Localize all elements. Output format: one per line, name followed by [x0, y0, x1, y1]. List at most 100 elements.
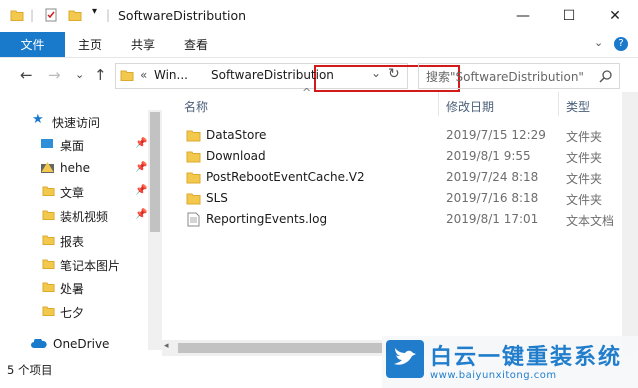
item-count: 5 个项目: [7, 363, 53, 377]
back-button[interactable]: ←: [20, 66, 33, 84]
breadcrumb-current[interactable]: SoftwareDistribution: [211, 68, 334, 82]
file-date: 2019/8/1 9:55: [446, 149, 531, 163]
folder-icon: [186, 193, 201, 205]
nav-qixi[interactable]: 七夕: [0, 300, 160, 322]
file-date: 2019/7/16 8:18: [446, 191, 539, 205]
separator: |: [30, 8, 35, 22]
folder-icon: [186, 151, 201, 163]
help-icon[interactable]: ?: [614, 37, 628, 51]
folder-icon: [42, 259, 55, 269]
forward-button[interactable]: →: [48, 66, 61, 84]
nav-onedrive[interactable]: OneDrive: [0, 333, 160, 355]
file-name: ReportingEvents.log: [206, 212, 328, 226]
nav-desktop[interactable]: 桌面 📌: [0, 133, 160, 155]
address-row: ← → ⌄ ↑ « Win... SoftwareDistribution ⌄ …: [0, 58, 638, 92]
refresh-icon[interactable]: ↻: [388, 66, 400, 82]
watermark-url: www.baiyunxitong.com: [430, 370, 557, 381]
breadcrumb-parent[interactable]: Win...: [154, 68, 188, 82]
nav-label: 桌面: [60, 139, 85, 153]
pin-icon[interactable]: 📌: [135, 138, 147, 149]
column-header-type[interactable]: 类型: [566, 98, 590, 115]
close-icon: ✕: [609, 8, 621, 24]
tab-file[interactable]: 文件: [0, 32, 65, 57]
file-row[interactable]: SLS 2019/7/16 8:18 文件夹: [178, 188, 638, 209]
window-title: SoftwareDistribution: [118, 8, 247, 23]
file-list: ^ 名称 修改日期 类型 DataStore 2019/7/15 12:29 文…: [162, 86, 638, 358]
nav-chushu[interactable]: 处暑: [0, 276, 160, 298]
breadcrumb-overflow[interactable]: «: [140, 68, 147, 82]
nav-label: OneDrive: [53, 337, 110, 351]
pin-icon[interactable]: 📌: [135, 185, 147, 196]
nav-scrollbar-thumb[interactable]: [150, 112, 160, 232]
customize-toolbar-icon[interactable]: ▾: [92, 6, 97, 17]
folder-icon: [42, 235, 55, 245]
expand-ribbon-icon[interactable]: ⌄: [594, 36, 603, 49]
column-header-date[interactable]: 修改日期: [446, 98, 494, 115]
folder-icon: [10, 10, 24, 21]
nav-label: 快速访问: [52, 116, 101, 130]
address-bar[interactable]: « Win... SoftwareDistribution ⌄ ↻: [115, 63, 460, 92]
file-name: DataStore: [206, 128, 267, 142]
nav-label: 处暑: [60, 282, 85, 296]
nav-reports[interactable]: 报表: [0, 229, 160, 251]
new-folder-icon[interactable]: [68, 8, 82, 22]
nav-label: 笔记本图片: [60, 259, 121, 273]
folder-icon: [42, 186, 55, 196]
file-type: 文件夹: [566, 151, 603, 165]
close-button[interactable]: ✕: [592, 0, 638, 32]
search-placeholder: 搜索"SoftwareDistribution": [426, 70, 584, 84]
file-row[interactable]: DataStore 2019/7/15 12:29 文件夹: [178, 125, 638, 146]
recent-locations-button[interactable]: ⌄: [75, 68, 84, 81]
file-type: 文件夹: [566, 193, 603, 207]
properties-icon[interactable]: [44, 8, 58, 22]
nav-label: 装机视频: [60, 210, 109, 224]
up-button[interactable]: ↑: [94, 66, 107, 84]
pin-icon[interactable]: 📌: [135, 162, 147, 173]
nav-install-videos[interactable]: 装机视频 📌: [0, 204, 160, 226]
file-row[interactable]: Download 2019/8/1 9:55 文件夹: [178, 146, 638, 167]
file-type: 文本文档: [566, 214, 615, 228]
bird-logo-icon: [386, 340, 424, 378]
nav-label: hehe: [60, 161, 90, 175]
separator: |: [106, 8, 111, 22]
maximize-button[interactable]: ☐: [546, 0, 592, 32]
file-name: Download: [206, 149, 266, 163]
watermark-brand: 白云一键重装系统: [430, 345, 623, 370]
nav-label: 报表: [60, 235, 85, 249]
folder-icon: [186, 130, 201, 142]
tab-view[interactable]: 查看: [184, 32, 208, 57]
maximize-icon: ☐: [562, 8, 576, 24]
navigation-pane: ★ 快速访问 桌面 📌 hehe 📌 文章 📌 装机视频 📌 报表 笔记本图片 …: [0, 92, 162, 358]
file-date: 2019/7/15 12:29: [446, 128, 546, 142]
minimize-button[interactable]: —: [500, 0, 546, 32]
nav-quick-access[interactable]: ★ 快速访问: [0, 110, 160, 132]
file-row[interactable]: ReportingEvents.log 2019/8/1 17:01 文本文档: [178, 209, 638, 230]
horizontal-scrollbar-thumb[interactable]: [178, 343, 388, 353]
desktop-icon: [41, 139, 53, 148]
search-icon[interactable]: [599, 69, 613, 83]
tab-share[interactable]: 共享: [131, 32, 155, 57]
nav-label: 文章: [60, 186, 85, 200]
column-divider[interactable]: [438, 92, 439, 116]
column-divider[interactable]: [558, 92, 559, 116]
nav-articles[interactable]: 文章 📌: [0, 180, 160, 202]
vertical-scrollbar[interactable]: [622, 92, 638, 358]
file-row[interactable]: PostRebootEventCache.V2 2019/7/24 8:18 文…: [178, 167, 638, 188]
file-name: SLS: [206, 191, 228, 205]
folder-icon: [42, 282, 55, 292]
scroll-left-icon[interactable]: ◂: [164, 341, 169, 351]
tab-home[interactable]: 主页: [78, 32, 102, 57]
nav-hehe[interactable]: hehe 📌: [0, 157, 160, 179]
file-date: 2019/8/1 17:01: [446, 212, 539, 226]
text-document-icon: [187, 212, 200, 227]
column-header-name[interactable]: 名称: [184, 98, 208, 115]
nav-laptop-pictures[interactable]: 笔记本图片: [0, 253, 160, 275]
pin-icon[interactable]: 📌: [135, 209, 147, 220]
title-bar: | ▾ | SoftwareDistribution — ☐ ✕: [0, 0, 638, 32]
folder-icon: [120, 70, 134, 81]
file-name: PostRebootEventCache.V2: [206, 170, 365, 184]
search-input[interactable]: 搜索"SoftwareDistribution": [418, 63, 620, 89]
warning-icon: [41, 162, 54, 173]
address-dropdown-icon[interactable]: ⌄: [371, 66, 381, 80]
folder-icon: [42, 210, 55, 220]
